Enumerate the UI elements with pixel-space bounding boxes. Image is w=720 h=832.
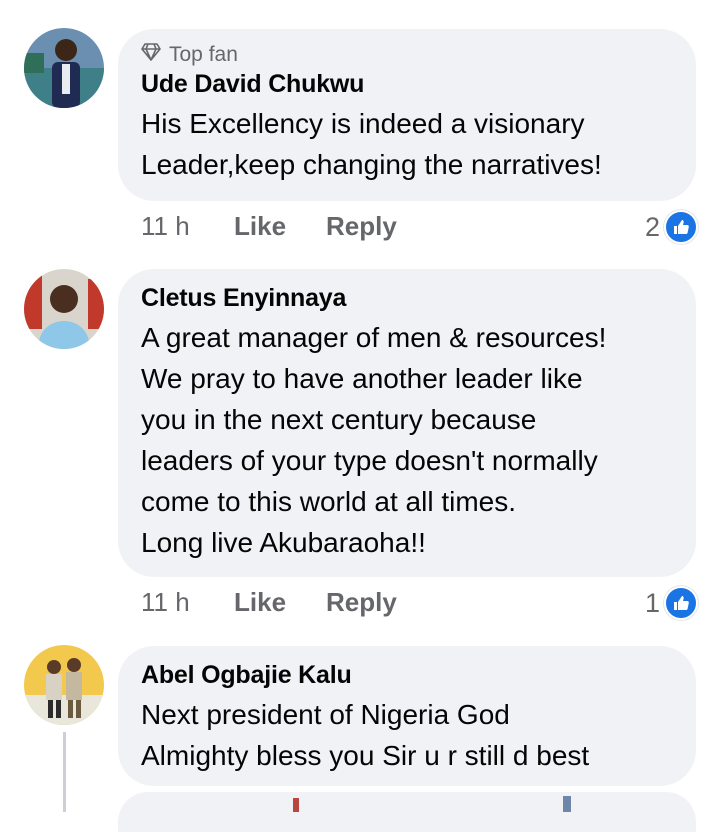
reaction-count: 2 (644, 211, 660, 242)
badge-label: Top fan (169, 43, 238, 66)
reply-button[interactable]: Reply (326, 211, 397, 242)
comment-author[interactable]: Abel Ogbajie Kalu (141, 660, 674, 690)
reaction-count: 1 (644, 587, 660, 618)
top-fan-badge: Top fan (141, 43, 674, 67)
reply-button[interactable]: Reply (326, 587, 397, 618)
comment-author[interactable]: Cletus Enyinnaya (141, 283, 674, 313)
comment-author[interactable]: Ude David Chukwu (141, 69, 674, 99)
reaction-summary[interactable]: 1 (645, 586, 698, 620)
comment-timestamp[interactable]: 11 h (141, 211, 234, 242)
comment-text: A great manager of men & resources! We p… (141, 322, 607, 558)
next-comment-bubble-partial (118, 792, 696, 832)
like-button[interactable]: Like (234, 211, 326, 242)
comment-timestamp[interactable]: 11 h (141, 587, 234, 618)
avatar[interactable] (24, 28, 104, 108)
reaction-summary[interactable]: 2 (645, 210, 698, 244)
avatar[interactable] (24, 645, 104, 725)
diamond-icon (141, 43, 161, 67)
comment-actions: 11 h Like Reply (141, 211, 397, 242)
comment-text: His Excellency is indeed a visionary Lea… (141, 108, 602, 180)
avatar[interactable] (24, 269, 104, 349)
comment-bubble: Cletus Enyinnaya A great manager of men … (118, 269, 696, 577)
comment-bubble: Abel Ogbajie Kalu Next president of Nige… (118, 646, 696, 786)
comment-text: Next president of Nigeria God Almighty b… (141, 699, 590, 771)
comment-bubble: Top fan Ude David Chukwu His Excellency … (118, 29, 696, 201)
thumbs-up-icon (664, 210, 698, 244)
comment-actions: 11 h Like Reply (141, 587, 397, 618)
clipped-reply-text: ⋯ (300, 0, 390, 4)
like-button[interactable]: Like (234, 587, 326, 618)
thumbs-up-icon (664, 586, 698, 620)
reply-thread-line (63, 732, 66, 812)
